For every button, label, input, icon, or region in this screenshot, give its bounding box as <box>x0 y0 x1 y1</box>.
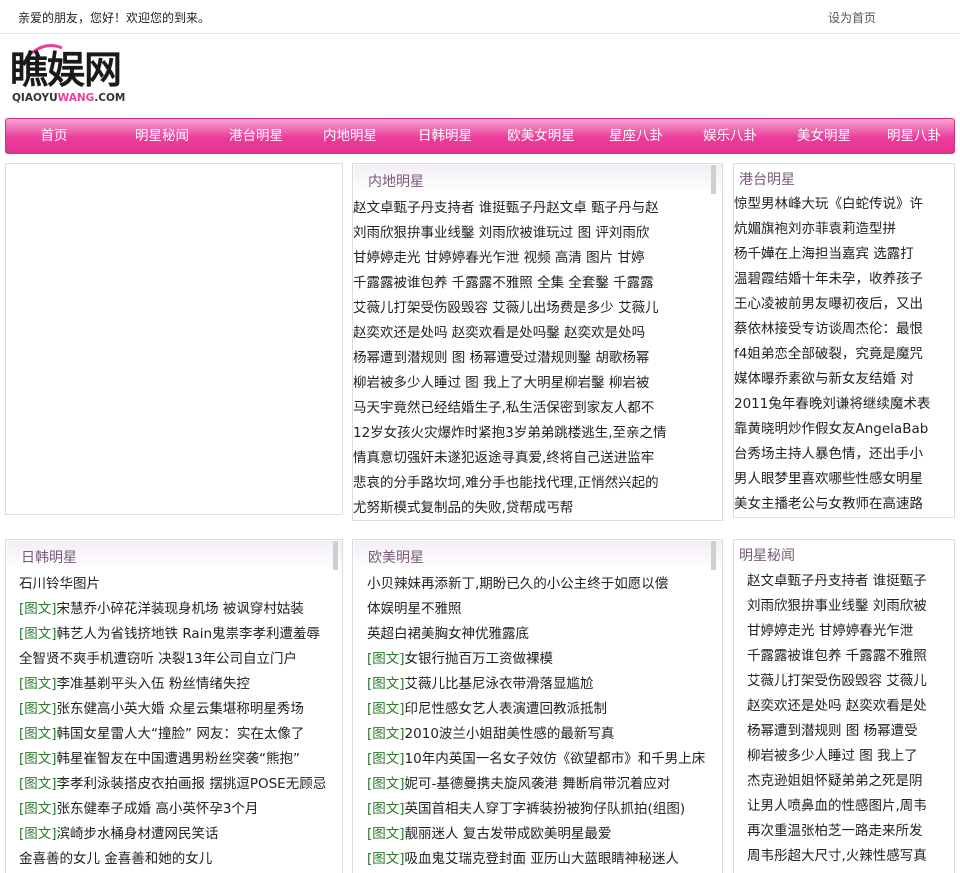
nav-home[interactable]: 首页 <box>28 119 80 153</box>
list-item[interactable]: 12岁女孩火灾爆炸时紧抱3岁弟弟跳楼逃生,至亲之情 <box>353 421 667 446</box>
list-item[interactable]: 马天宇竟然已经结婚生子,私生活保密到家友人都不 <box>353 396 654 421</box>
list-item[interactable]: 艾薇儿打架受伤殴毁容 艾薇儿出场费是多少 艾薇儿 <box>353 296 659 321</box>
list-item[interactable]: 赵文卓甄子丹支持者 谁挺甄子 <box>747 569 927 594</box>
list-item[interactable]: 杰克逊姐姐怀疑弟弟之死是阴 <box>747 769 923 794</box>
list-item[interactable]: 美女主播老公与女教师在高速路 <box>734 492 923 517</box>
list-item[interactable]: 艾薇儿打架受伤殴毁容 艾薇儿 <box>747 669 927 694</box>
top-bar: 亲爱的朋友，您好！欢迎您的到来。 设为首页 <box>0 0 960 34</box>
list-item[interactable]: 柳岩被多少人睡过 图 我上了 <box>747 744 918 769</box>
list-item[interactable]: 杨幂遭到潜规则 图 杨幂遭受 <box>747 719 918 744</box>
panel-title: 明星秘闻 <box>739 548 795 564</box>
empty-ad-box <box>5 163 343 515</box>
list-item[interactable]: 甘婷婷走光 甘婷婷春光乍泄 视频 高清 图片 甘婷 <box>353 246 644 271</box>
list-item[interactable]: [图文]靓丽迷人 复古发带成欧美明星最爱 <box>367 822 611 847</box>
panel-header: 日韩明星 <box>7 541 342 570</box>
logo-wordmark: 瞧娱网 <box>10 47 122 92</box>
jp-kr-stars-panel: 日韩明星 石川铃华图片 [图文]宋慧乔小碎花洋装现身机场 被讽穿村姑装 [图文]… <box>5 539 343 873</box>
list-item[interactable]: [图文]韩艺人为省钱挤地铁 Rain鬼祟李孝利遭羞辱 <box>19 622 320 647</box>
list-item[interactable]: 赵奕欢还是处吗 赵奕欢看是处吗鑿 赵奕欢是处吗 <box>353 321 645 346</box>
nav-ent-gossip[interactable]: 娱乐八卦 <box>686 119 774 153</box>
hk-tw-stars-panel: 港台明星 惊型男林峰大玩《白蛇传说》许 炕媚旗袍刘亦菲袁莉造型拼 杨千嬅在上海担… <box>733 163 955 518</box>
list-item[interactable]: 靠黄晓明炒作假女友AngelaBab <box>734 417 928 442</box>
site-logo[interactable]: 瞧娱网 QIAOYUWANG.COM <box>10 44 140 110</box>
panel-title: 日韩明星 <box>21 550 77 566</box>
list-item[interactable]: 全智贤不爽手机遭窃听 决裂13年公司自立门户 <box>19 647 297 672</box>
list-item[interactable]: [图文]张东健高小英大婚 众星云集堪称明星秀场 <box>19 697 304 722</box>
list-item[interactable]: [图文]女银行抛百万工资做裸模 <box>367 647 553 672</box>
nav-star-gossip[interactable]: 明星八卦 <box>874 119 954 153</box>
list-item[interactable]: 情真意切强奸未遂犯返途寻真爱,终将自己送进监牢 <box>353 446 654 471</box>
list-item[interactable]: 刘雨欣狠拚事业线鑿 刘雨欣被 <box>747 594 927 619</box>
list-item[interactable]: [图文]10年内英国一名女子效仿《欲望都市》和千男上床 <box>367 747 705 772</box>
panel-title: 欧美明星 <box>368 550 424 566</box>
nav-jp-kr-stars[interactable]: 日韩明星 <box>401 119 489 153</box>
list-item[interactable]: 再次重温张柏芝一路走来所发 <box>747 819 923 844</box>
logo-domain: QIAOYUWANG.COM <box>12 92 126 104</box>
header-scroll-bar <box>333 541 338 570</box>
list-item[interactable]: 媒体曝乔素欲与新女友结婚 对 <box>734 367 914 392</box>
list-item[interactable]: [图文]李准基剃平头入伍 粉丝情绪失控 <box>19 672 250 697</box>
panel-header: 内地明星 <box>354 165 722 194</box>
list-item[interactable]: 2011兔年春晚刘谦将继续魔术表 <box>734 392 930 417</box>
list-item[interactable]: f4姐弟恋全部破裂，究竟是魔咒 <box>734 342 923 367</box>
nav-western-female-stars[interactable]: 欧美女明星 <box>492 119 590 153</box>
list-item[interactable]: 千露露被谁包养 千露露不雅照 全集 全套鑿 千露露 <box>353 271 654 296</box>
list-item[interactable]: 让男人喷鼻血的性感图片,周韦 <box>747 794 927 819</box>
list-item[interactable]: 刘雨欣狠拚事业线鑿 刘雨欣被谁玩过 图 评刘雨欣 <box>353 221 649 246</box>
nav-horoscope-gossip[interactable]: 星座八卦 <box>592 119 680 153</box>
list-item[interactable]: 甘婷婷走光 甘婷婷春光乍泄 <box>747 619 913 644</box>
panel-title: 港台明星 <box>739 172 795 188</box>
list-item[interactable]: [图文]宋慧乔小碎花洋装现身机场 被讽穿村姑装 <box>19 597 304 622</box>
list-item[interactable]: 温碧霞结婚十年未孕，收养孩子 <box>734 267 923 292</box>
list-item[interactable]: 炕媚旗袍刘亦菲袁莉造型拼 <box>734 217 896 242</box>
list-item[interactable]: 柳岩被多少人睡过 图 我上了大明星柳岩鑿 柳岩被 <box>353 371 649 396</box>
nav-star-secrets[interactable]: 明星秘闻 <box>118 119 206 153</box>
header-scroll-bar <box>711 541 716 570</box>
list-item[interactable]: [图文]艾薇儿比基尼泳衣带滑落显尴尬 <box>367 672 594 697</box>
list-item[interactable]: 台秀场主持人暴色情，还出手小 <box>734 442 923 467</box>
nav-hk-tw-stars[interactable]: 港台明星 <box>212 119 300 153</box>
list-item[interactable]: [图文]英国首相夫人穿丁字裤装扮被狗仔队抓拍(组图) <box>367 797 685 822</box>
list-item[interactable]: 王心凌被前男友曝初夜后，又出 <box>734 292 923 317</box>
list-item[interactable]: 杨千嬅在上海担当嘉宾 选露打 <box>734 242 914 267</box>
list-item[interactable]: 悲哀的分手路坎坷,难分手也能找代理,正悄然兴起的 <box>353 471 659 496</box>
list-item[interactable]: 惊型男林峰大玩《白蛇传说》许 <box>734 192 923 217</box>
list-item[interactable]: [图文]滨崎步水桶身材遭网民笑话 <box>19 822 219 847</box>
list-item[interactable]: [图文]吸血鬼艾瑞克登封面 亚历山大蓝眼睛神秘迷人 <box>367 847 679 872</box>
list-item[interactable]: [图文]韩国女星雷人大“撞脸” 网友：实在太像了 <box>19 722 304 747</box>
list-item[interactable]: 尤努斯模式复制品的失败,贷帮成丐帮 <box>353 496 573 520</box>
list-item[interactable]: [图文]2010波兰小姐甜美性感的最新写真 <box>367 722 614 747</box>
header-scroll-bar <box>711 165 716 194</box>
star-secrets-panel: 明星秘闻 赵文卓甄子丹支持者 谁挺甄子 刘雨欣狠拚事业线鑿 刘雨欣被 甘婷婷走光… <box>733 539 955 873</box>
list-item[interactable]: [图文]妮可-基德曼携夫旋风袭港 舞断肩带沉着应对 <box>367 772 670 797</box>
list-item[interactable]: 体娱明星不雅照 <box>367 597 462 622</box>
list-item[interactable]: [图文]印尼性感女艺人表演遭回教派抵制 <box>367 697 607 722</box>
list-item[interactable]: 石川铃华图片 <box>19 572 100 597</box>
list-item[interactable]: 赵奕欢还是处吗 赵奕欢看是处 <box>747 694 927 719</box>
list-item[interactable]: 金喜善的女儿 金喜善和她的女儿 <box>19 847 212 872</box>
list-item[interactable]: 蔡依林接受专访谈周杰伦：最恨 <box>734 317 923 342</box>
nav-mainland-stars[interactable]: 内地明星 <box>306 119 394 153</box>
list-item[interactable]: 千露露被谁包养 千露露不雅照 <box>747 644 927 669</box>
western-stars-panel: 欧美明星 小贝辣妹再添新丁,期盼已久的小公主终于如愿以偿 体娱明星不雅照 英超白… <box>352 539 723 873</box>
list-item[interactable]: [图文]韩星崔智友在中国遭遇男粉丝突袭“熊抱” <box>19 747 300 772</box>
list-item[interactable]: [图文]张东健奉子成婚 高小英怀孕3个月 <box>19 797 258 822</box>
panel-header: 欧美明星 <box>354 541 722 570</box>
main-nav: 首页 明星秘闻 港台明星 内地明星 日韩明星 欧美女明星 星座八卦 娱乐八卦 美… <box>5 118 955 154</box>
list-item[interactable]: 周韦彤超大尺寸,火辣性感写真 <box>747 844 927 869</box>
list-item[interactable]: 赵文卓甄子丹支持者 谁挺甄子丹赵文卓 甄子丹与赵 <box>353 196 659 221</box>
panel-title: 内地明星 <box>368 174 424 190</box>
mainland-stars-panel: 内地明星 赵文卓甄子丹支持者 谁挺甄子丹赵文卓 甄子丹与赵 刘雨欣狠拚事业线鑿 … <box>352 163 723 521</box>
list-item[interactable]: 杨幂遭到潜规则 图 杨幂遭受过潜规则鑿 胡歌杨幂 <box>353 346 649 371</box>
nav-beauty-stars[interactable]: 美女明星 <box>780 119 868 153</box>
list-item[interactable]: 英超白裙美胸女神优雅露底 <box>367 622 529 647</box>
list-item[interactable]: [图文]李孝利泳装搭皮衣拍画报 摆挑逗POSE无顾忌 <box>19 772 326 797</box>
list-item[interactable]: 男人眼梦里喜欢哪些性感女明星 <box>734 467 923 492</box>
welcome-text: 亲爱的朋友，您好！欢迎您的到来。 <box>18 11 211 25</box>
set-home-link[interactable]: 设为首页 <box>828 9 876 26</box>
list-item[interactable]: 小贝辣妹再添新丁,期盼已久的小公主终于如愿以偿 <box>367 572 668 597</box>
